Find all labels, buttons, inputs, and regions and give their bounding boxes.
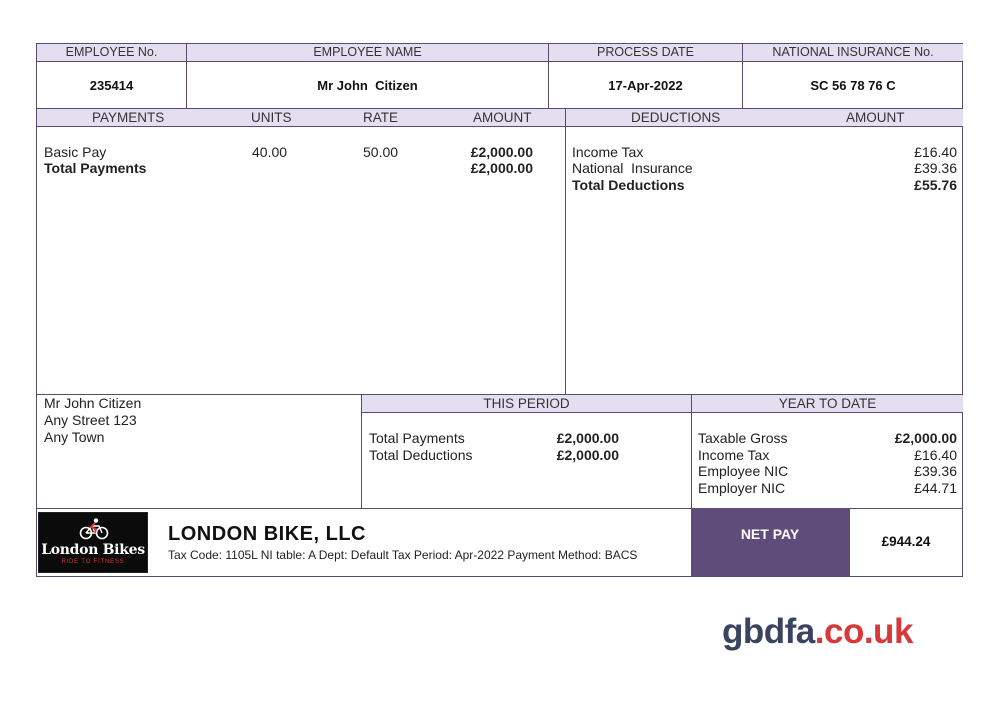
period-total-deductions-label: Total Deductions [369, 447, 473, 463]
address-line-2: Any Street 123 [44, 412, 137, 428]
divider [565, 108, 566, 394]
amount-header: AMOUNT [473, 110, 532, 125]
ytd-employer-nic-amount: £44.71 [914, 480, 957, 496]
period-total-payments-amount: £2,000.00 [556, 430, 619, 446]
watermark: gbdfa.co.uk [722, 612, 913, 652]
national-insurance-amount: £39.36 [914, 160, 957, 176]
net-pay-value: £944.24 [881, 534, 931, 549]
income-tax-label: Income Tax [572, 144, 644, 160]
ytd-taxable-gross-amount: £2,000.00 [894, 430, 957, 446]
ytd-income-tax-amount: £16.40 [914, 447, 957, 463]
ytd-employee-nic-amount: £39.36 [914, 463, 957, 479]
process-date-value: 17-Apr-2022 [608, 78, 683, 93]
national-insurance-label: National Insurance [572, 160, 693, 176]
basic-pay-units: 40.00 [252, 144, 288, 160]
address-line-3: Any Town [44, 429, 105, 445]
ni-number-header: NATIONAL INSURANCE No. [743, 44, 963, 62]
employee-name-header: EMPLOYEE NAME [187, 44, 548, 62]
basic-pay-amount: £2,000.00 [470, 144, 533, 160]
basic-pay-rate: 50.00 [363, 144, 399, 160]
rate-header: RATE [363, 110, 399, 125]
address-line-1: Mr John Citizen [44, 395, 142, 411]
payments-header: PAYMENTS [92, 110, 165, 125]
process-date-header: PROCESS DATE [549, 44, 742, 62]
logo-text: London Bikes [41, 542, 145, 558]
payment-details: Tax Code: 1105L NI table: A Dept: Defaul… [168, 548, 638, 562]
employee-no-header: EMPLOYEE No. [37, 44, 186, 62]
total-deductions-label: Total Deductions [572, 177, 685, 193]
ytd-employer-nic-label: Employer NIC [698, 480, 786, 496]
company-logo: London Bikes RIDE TO FITNESS [38, 512, 148, 573]
period-total-payments-label: Total Payments [369, 430, 465, 446]
payslip: EMPLOYEE No. EMPLOYEE NAME PROCESS DATE … [36, 43, 963, 577]
total-deductions-amount: £55.76 [914, 177, 957, 193]
this-period-header: THIS PERIOD [362, 395, 691, 413]
deductions-amount-header: AMOUNT [846, 110, 905, 125]
total-payments-amount: £2,000.00 [470, 160, 533, 176]
basic-pay-label: Basic Pay [44, 144, 107, 160]
ytd-income-tax-label: Income Tax [698, 447, 770, 463]
watermark-domain: gbdfa [722, 612, 815, 651]
divider [186, 44, 187, 108]
ytd-taxable-gross-label: Taxable Gross [698, 430, 788, 446]
year-to-date-header: YEAR TO DATE [692, 395, 963, 413]
divider [548, 44, 549, 108]
ytd-employee-nic-label: Employee NIC [698, 463, 789, 479]
income-tax-amount: £16.40 [914, 144, 957, 160]
ni-number-value: SC 56 78 76 C [810, 78, 896, 93]
divider [742, 44, 743, 108]
bicycle-icon [79, 518, 109, 540]
period-total-deductions-amount: £2,000.00 [556, 447, 619, 463]
company-name: LONDON BIKE, LLC [168, 523, 366, 545]
logo-tagline: RIDE TO FITNESS [61, 559, 125, 565]
total-payments-label: Total Payments [44, 160, 147, 176]
units-header: UNITS [251, 110, 292, 125]
employee-name-value: Mr John Citizen [317, 78, 418, 93]
watermark-tld: .co.uk [814, 612, 914, 651]
employee-no-value: 235414 [89, 78, 134, 93]
net-pay-label: NET PAY [691, 508, 849, 577]
deductions-header: DEDUCTIONS [631, 110, 721, 125]
